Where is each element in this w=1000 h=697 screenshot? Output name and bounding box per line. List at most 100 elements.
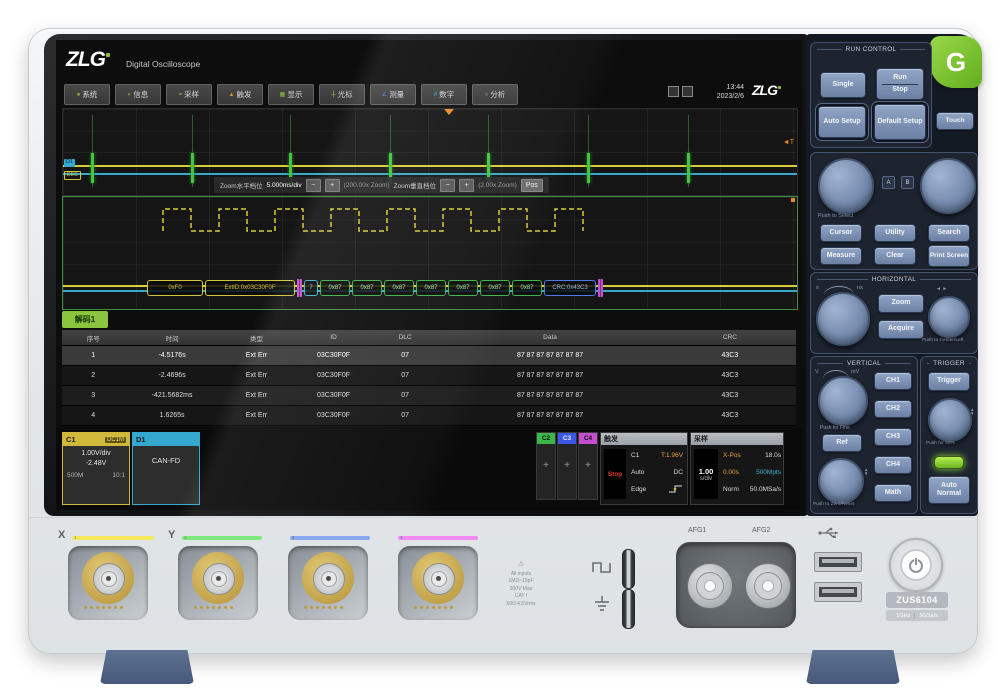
c2-add[interactable]: +	[537, 460, 555, 471]
push-for-fine-label: Push for Fine	[820, 425, 850, 431]
acquire-button[interactable]: Acquire	[878, 320, 924, 339]
frame-data-byte[interactable]: 0x87	[352, 280, 382, 296]
power-button[interactable]	[889, 538, 943, 592]
afg2-bnc-output	[745, 563, 791, 609]
frame-data-byte[interactable]: 0x87	[320, 280, 350, 296]
auto-setup-button[interactable]: Auto Setup	[818, 106, 866, 138]
push-to-zero-label: Push to Zero/Reset	[813, 502, 854, 507]
channel-c2-box[interactable]: C2 +	[536, 432, 556, 500]
decode-tab[interactable]: 解码1	[62, 311, 108, 328]
print-screen-button[interactable]: Print Screen	[928, 245, 970, 267]
frame-data-byte[interactable]: 0x87	[480, 280, 510, 296]
auto-normal-button[interactable]: Auto Normal	[928, 476, 970, 504]
channel-c4-box[interactable]: C4 +	[578, 432, 598, 500]
zoom-pos-button[interactable]: Pos	[521, 179, 543, 192]
c1-probe: 10:1	[112, 472, 125, 479]
scale-v-label: V	[815, 369, 819, 375]
decode-marker[interactable]: DEC	[64, 171, 81, 180]
ch1-color-bar	[72, 536, 154, 540]
frame-crc[interactable]: CRC:0x43C3	[544, 280, 596, 296]
grid-view-icon[interactable]	[668, 86, 679, 97]
zoom-h-value: 5.000ms/div	[267, 182, 302, 189]
zoom-waveform-window[interactable]: 0xF0 ExtID:0x03C30F0F 7 0x87 0x87 0x87 0…	[62, 196, 798, 310]
menu-item-trigger[interactable]: ▲触发	[217, 84, 263, 105]
ch4-button[interactable]: CH4	[874, 456, 912, 474]
frame-data-byte[interactable]: 0x87	[512, 280, 542, 296]
vertical-scale-knob[interactable]	[818, 376, 868, 426]
x-axis-label: X	[58, 529, 65, 541]
afg2-label: AFG2	[752, 527, 770, 534]
touch-button[interactable]: Touch	[936, 112, 974, 130]
menu-item-display[interactable]: ▦显示	[268, 84, 314, 105]
frame-data-byte[interactable]: 0x87	[448, 280, 478, 296]
frame-ext-id[interactable]: ExtID:0x03C30F0F	[205, 280, 295, 296]
frame-data-byte[interactable]: 0x87	[384, 280, 414, 296]
acquisition-state: Stop	[608, 471, 622, 478]
clock: 13:44 2023/2/6	[692, 83, 744, 102]
zoom-v-label: Zoom垂直档位	[394, 180, 437, 190]
single-button[interactable]: Single	[820, 72, 866, 98]
utility-button[interactable]: Utility	[874, 224, 916, 242]
horizontal-position-knob[interactable]	[928, 296, 970, 338]
frame-data-byte[interactable]: 0x87	[416, 280, 446, 296]
trigger-button[interactable]: Trigger	[928, 372, 970, 391]
c4-add[interactable]: +	[579, 460, 597, 471]
frame-sof[interactable]: 0xF0	[147, 280, 203, 296]
vertical-position-knob[interactable]	[818, 458, 864, 504]
horizontal-scale-knob[interactable]	[816, 292, 870, 346]
measure-button[interactable]: Measure	[820, 247, 862, 265]
trigger-status-panel[interactable]: 触发 Stop C1 T:1.96V Auto DC Edge	[600, 432, 688, 505]
menu-item-digital[interactable]: #数字	[421, 84, 467, 105]
d1-channel-marker[interactable]: D1	[64, 159, 75, 167]
default-setup-button[interactable]: Default Setup	[874, 104, 926, 140]
horizontal-title: HORIZONTAL	[811, 273, 977, 283]
menu-item-cursor[interactable]: ┼光标	[319, 84, 365, 105]
ch3-button[interactable]: CH3	[874, 428, 912, 446]
menu-item-sample[interactable]: ≈采样	[166, 84, 212, 105]
menu-item-measure[interactable]: ∠测量	[370, 84, 416, 105]
zoom-h-minus-button[interactable]: −	[306, 179, 321, 192]
c1-offset: -2.48V	[63, 460, 129, 467]
table-row[interactable]: 3-421.5682ms Ext Err03C30F0F 0787 87 87 …	[62, 386, 796, 406]
math-button[interactable]: Math	[874, 484, 912, 502]
clear-button[interactable]: Clear	[874, 247, 916, 265]
channel-d1-box[interactable]: D1 CAN-FD	[132, 432, 200, 505]
frame-dlc[interactable]: 7	[304, 280, 318, 296]
table-row[interactable]: 2-2.4696s Ext Err03C30F0F 0787 87 87 87 …	[62, 366, 796, 386]
multipurpose-knob-b[interactable]	[920, 158, 976, 214]
cursor-button[interactable]: Cursor	[820, 224, 862, 242]
table-row[interactable]: 41.6265s Ext Err03C30F0F 0787 87 87 87 8…	[62, 406, 796, 426]
channel-c1-box[interactable]: C1 DC1M 1.00V/div -2.48V 500M 10:1	[62, 432, 130, 505]
menu-item-analyze[interactable]: ○分析	[472, 84, 518, 105]
run-stop-button[interactable]: Run Stop	[876, 68, 924, 100]
search-button[interactable]: Search	[928, 224, 970, 242]
menu-item-system[interactable]: ●系统	[64, 84, 110, 105]
table-row[interactable]: 1-4.5176s Ext Err03C30F0F 0787 87 87 87 …	[62, 346, 796, 366]
burst	[91, 153, 94, 183]
channel-c3-box[interactable]: C3 +	[557, 432, 577, 500]
col-dlc: DLC	[374, 334, 436, 341]
trigger-level-marker[interactable]: ◄T	[783, 139, 794, 146]
trigger-source: C1	[631, 452, 639, 459]
zoom-v-minus-button[interactable]: −	[440, 179, 455, 192]
trigger-position-marker[interactable]	[444, 109, 454, 115]
menu-item-info[interactable]: ◐信息	[115, 84, 161, 105]
warning-icon: ⚠	[490, 560, 552, 571]
menu-bar: ●系统 ◐信息 ≈采样 ▲触发 ▦显示 ┼光标 ∠测量 #数字 ○分析	[64, 84, 518, 105]
zoom-h-plus-button[interactable]: +	[325, 179, 340, 192]
ch1-bnc-input	[68, 546, 148, 620]
ch1-button[interactable]: CH1	[874, 372, 912, 390]
c3-add[interactable]: +	[558, 460, 576, 471]
c1-scale: 1.00V/div	[63, 450, 129, 457]
zoom-button[interactable]: Zoom	[878, 294, 924, 313]
zoom-v-plus-button[interactable]: +	[459, 179, 474, 192]
ground-icon	[592, 596, 612, 612]
ch2-button[interactable]: CH2	[874, 400, 912, 418]
display-mode-icons[interactable]	[668, 86, 693, 97]
trigger-level-knob[interactable]	[928, 398, 972, 442]
sample-status-panel[interactable]: 采样 1.00 s/div X-Pos 18.0s 0.00s 500Mpts …	[690, 432, 784, 505]
frame-separator	[297, 279, 302, 297]
ref-button[interactable]: Ref	[822, 434, 862, 452]
screen[interactable]: ZLG Digital Oscilloscope ●系统 ◐信息 ≈采样 ▲触发…	[56, 40, 802, 510]
multipurpose-knob-a[interactable]	[818, 158, 874, 214]
